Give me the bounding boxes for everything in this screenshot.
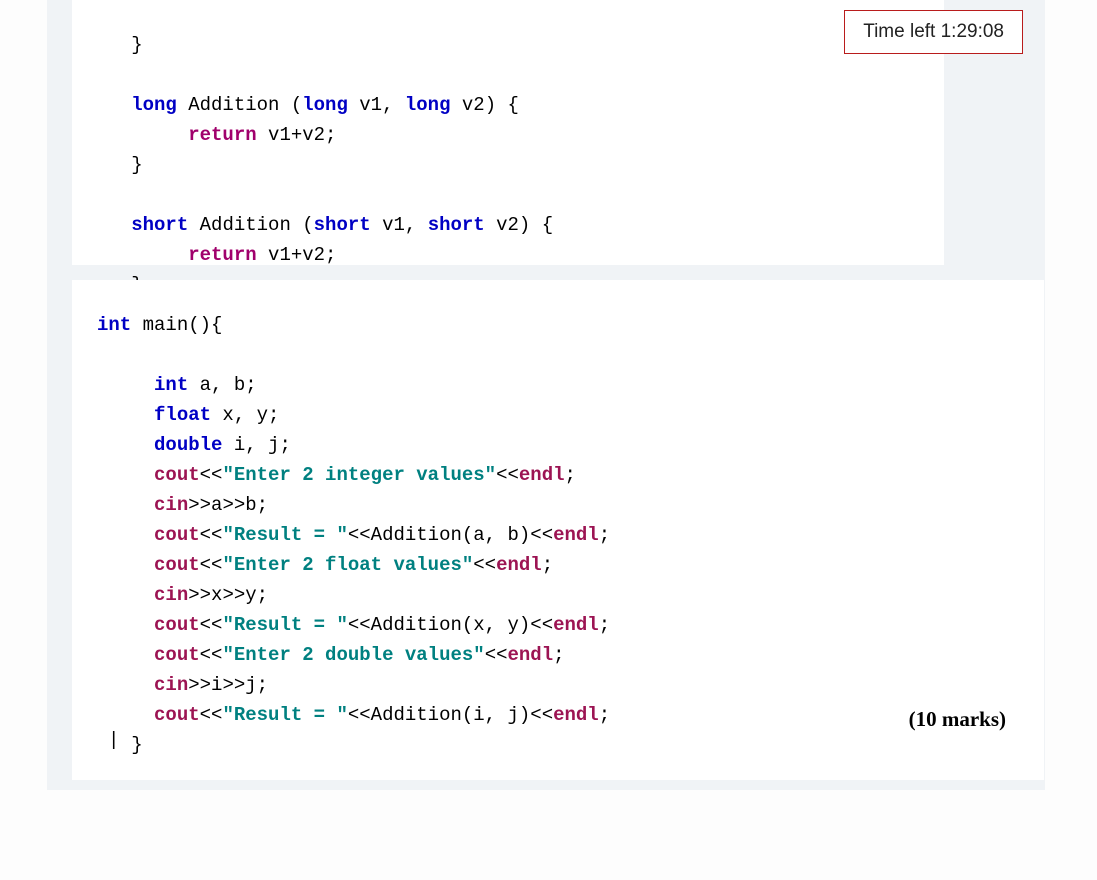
code-block-functions: } long Addition (long v1, long v2) { ret… <box>72 0 944 265</box>
code-line: cout<<"Result = "<<Addition(x, y)<<endl; <box>97 614 610 636</box>
code-line: short Addition (short v1, short v2) { <box>97 214 553 236</box>
marks-label: (10 marks) <box>909 704 1006 734</box>
code-line: float x, y; <box>97 404 279 426</box>
code-line: } <box>97 734 143 756</box>
code-line: return v1+v2; <box>97 244 336 266</box>
code-block-main: int main(){ int a, b; float x, y; double… <box>72 280 1044 780</box>
code-line: long Addition (long v1, long v2) { <box>97 94 519 116</box>
code-line: cin>>x>>y; <box>97 584 268 606</box>
code-line: int a, b; <box>97 374 257 396</box>
code-line: cout<<"Enter 2 float values"<<endl; <box>97 554 553 576</box>
question-panel: Time left 1:29:08 } long Addition (long … <box>47 0 1045 790</box>
code-line: double i, j; <box>97 434 291 456</box>
code-line: cin>>i>>j; <box>97 674 268 696</box>
code-line: cout<<"Enter 2 double values"<<endl; <box>97 644 565 666</box>
code-line: } <box>97 154 143 176</box>
text-cursor: | <box>108 725 119 755</box>
code-line: cin>>a>>b; <box>97 494 268 516</box>
code-line: cout<<"Result = "<<Addition(i, j)<<endl; <box>97 704 610 726</box>
time-left-box: Time left 1:29:08 <box>844 10 1023 54</box>
time-left-label: Time left 1:29:08 <box>863 21 1004 42</box>
code-line: int main(){ <box>97 314 222 336</box>
code-line: return v1+v2; <box>97 124 336 146</box>
code-line: cout<<"Result = "<<Addition(a, b)<<endl; <box>97 524 610 546</box>
code-line: cout<<"Enter 2 integer values"<<endl; <box>97 464 576 486</box>
code-line: } <box>97 34 143 56</box>
